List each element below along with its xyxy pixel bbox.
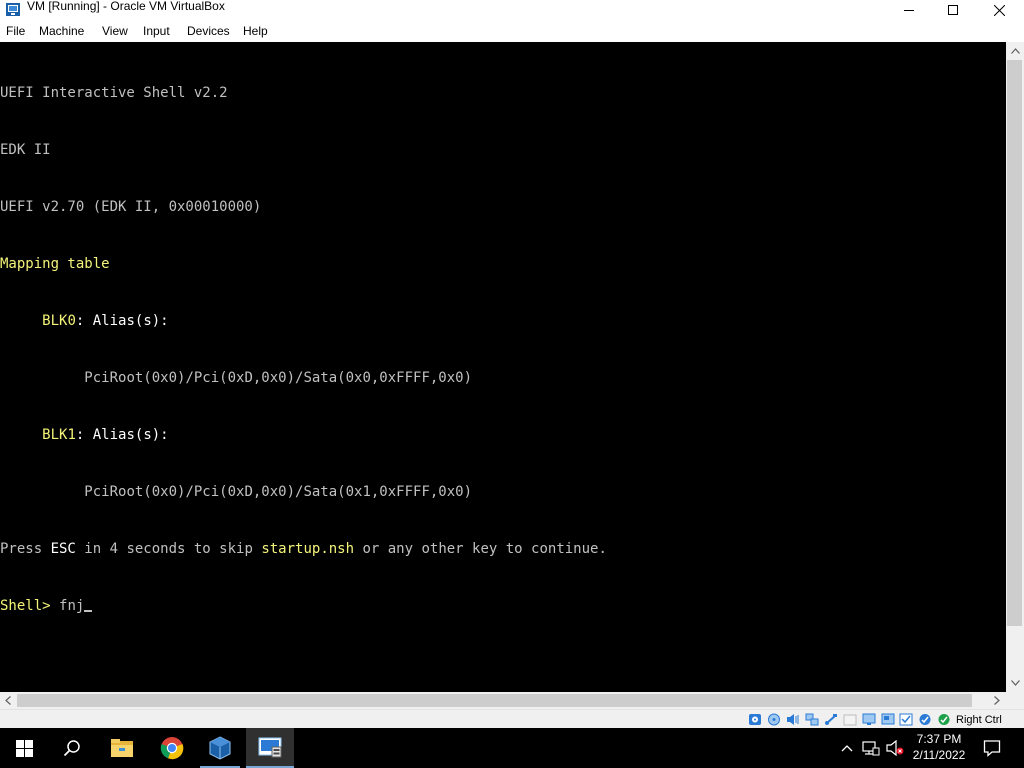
blk0-path: PciRoot(0x0)/Pci(0xD,0x0)/Sata(0x0,0xFFF…	[84, 370, 473, 386]
volume-tray-button[interactable]	[884, 728, 906, 768]
menu-machine[interactable]: Machine	[39, 25, 84, 38]
network-tray-icon	[862, 741, 880, 756]
scrollbar-corner	[1006, 692, 1024, 709]
menu-devices[interactable]: Devices	[187, 25, 230, 38]
scroll-up-icon[interactable]	[1010, 46, 1020, 56]
blk1-path: PciRoot(0x0)/Pci(0xD,0x0)/Sata(0x1,0xFFF…	[84, 484, 473, 500]
blk0-path-line: PciRoot(0x0)/Pci(0xD,0x0)/Sata(0x0,0xFFF…	[0, 369, 607, 388]
blk1-sep: :	[75, 427, 85, 443]
countdown-text: in 4 seconds to skip	[75, 541, 262, 557]
shell-prompt: Shell>	[0, 598, 60, 614]
menu-view[interactable]: View	[102, 25, 128, 38]
vm-window-button[interactable]	[246, 728, 294, 768]
horizontal-scroll-thumb[interactable]	[17, 694, 972, 707]
blk0-name: BLK0	[42, 313, 76, 329]
edk-line: EDK II	[0, 142, 51, 158]
clock-date: 2/11/2022	[912, 748, 966, 762]
maximize-button[interactable]	[930, 0, 976, 20]
action-center-button[interactable]	[976, 728, 1008, 768]
taskbar-clock[interactable]: 7:37 PM 2/11/2022	[908, 731, 970, 763]
file-explorer-icon	[111, 739, 133, 757]
volume-muted-icon	[886, 740, 904, 756]
show-hidden-icons-button[interactable]	[836, 728, 858, 768]
press-text: Press	[0, 541, 51, 557]
network-icon[interactable]	[805, 713, 819, 726]
clock-time: 7:37 PM	[916, 732, 962, 746]
menu-input[interactable]: Input	[143, 25, 170, 38]
keyboard-capture-icon[interactable]	[937, 713, 951, 726]
horizontal-scrollbar[interactable]	[0, 692, 1006, 709]
hard-disk-icon[interactable]	[748, 713, 762, 726]
file-explorer-button[interactable]	[98, 728, 146, 768]
action-center-icon	[983, 740, 1001, 757]
menu-help[interactable]: Help	[243, 25, 268, 38]
scroll-down-icon[interactable]	[1010, 678, 1020, 688]
vm-window-icon	[258, 737, 282, 758]
search-icon	[63, 740, 80, 757]
usb-icon[interactable]	[824, 713, 838, 726]
menu-bar: File Machine View Input Devices Help	[0, 20, 1024, 42]
minimize-icon	[904, 10, 914, 11]
blk1-name: BLK1	[42, 427, 76, 443]
audio-icon[interactable]	[786, 713, 800, 726]
uefi-version: UEFI v2.70 (EDK II, 0x00010000)	[0, 199, 262, 215]
minimize-button[interactable]	[886, 0, 932, 20]
blk0-line: BLK0: Alias(s):	[0, 312, 607, 331]
optical-drive-icon[interactable]	[767, 713, 781, 726]
chevron-up-icon	[841, 745, 853, 752]
vertical-scroll-thumb[interactable]	[1007, 60, 1022, 626]
close-button[interactable]	[976, 0, 1022, 20]
windows-taskbar: 7:37 PM 2/11/2022	[0, 728, 1024, 768]
startup-prompt-line: Press ESC in 4 seconds to skip startup.n…	[0, 540, 607, 559]
host-key-label[interactable]: Right Ctrl	[956, 714, 1002, 726]
chrome-icon	[160, 737, 184, 760]
start-button[interactable]	[0, 728, 48, 768]
scroll-left-icon[interactable]	[3, 695, 13, 705]
recording-icon[interactable]	[881, 713, 895, 726]
shell-input[interactable]: fnj	[59, 598, 84, 614]
title-bar[interactable]: VM [Running] - Oracle VM VirtualBox	[0, 0, 1024, 20]
esc-key-text: ESC	[50, 541, 76, 557]
window-title: VM [Running] - Oracle VM VirtualBox	[27, 0, 225, 13]
blk1-line: BLK1: Alias(s):	[0, 426, 607, 445]
virtualbox-icon	[209, 736, 231, 760]
continue-text: or any other key to continue.	[354, 541, 607, 557]
cpu-icon[interactable]	[899, 713, 913, 726]
search-button[interactable]	[48, 728, 96, 768]
network-tray-button[interactable]	[860, 728, 882, 768]
vertical-scrollbar[interactable]	[1006, 42, 1024, 692]
blk1-alias: Alias(s):	[92, 427, 169, 443]
maximize-icon	[948, 5, 958, 15]
blk0-sep: :	[75, 313, 85, 329]
vm-status-bar: Right Ctrl	[0, 709, 1024, 728]
virtualbox-icon	[5, 2, 21, 17]
vm-display[interactable]: UEFI Interactive Shell v2.2 EDK II UEFI …	[0, 42, 1006, 692]
menu-file[interactable]: File	[6, 25, 25, 38]
shared-folders-icon[interactable]	[843, 713, 857, 726]
windows-start-icon	[15, 739, 33, 757]
blk1-path-line: PciRoot(0x0)/Pci(0xD,0x0)/Sata(0x1,0xFFF…	[0, 483, 607, 502]
blk0-alias: Alias(s):	[92, 313, 169, 329]
virtualbox-manager-button[interactable]	[196, 728, 244, 768]
mouse-integration-icon[interactable]	[918, 713, 932, 726]
shell-prompt-line[interactable]: Shell> fnj	[0, 597, 607, 616]
uefi-shell-output: UEFI Interactive Shell v2.2 EDK II UEFI …	[0, 46, 607, 654]
close-icon	[993, 4, 1005, 16]
startup-nsh-text: startup.nsh	[261, 541, 355, 557]
shell-banner: UEFI Interactive Shell v2.2	[0, 85, 228, 101]
mapping-table-heading: Mapping table	[0, 256, 110, 272]
scroll-right-icon[interactable]	[992, 695, 1002, 705]
chrome-button[interactable]	[148, 728, 196, 768]
text-cursor	[84, 610, 93, 612]
display-icon[interactable]	[862, 713, 876, 726]
